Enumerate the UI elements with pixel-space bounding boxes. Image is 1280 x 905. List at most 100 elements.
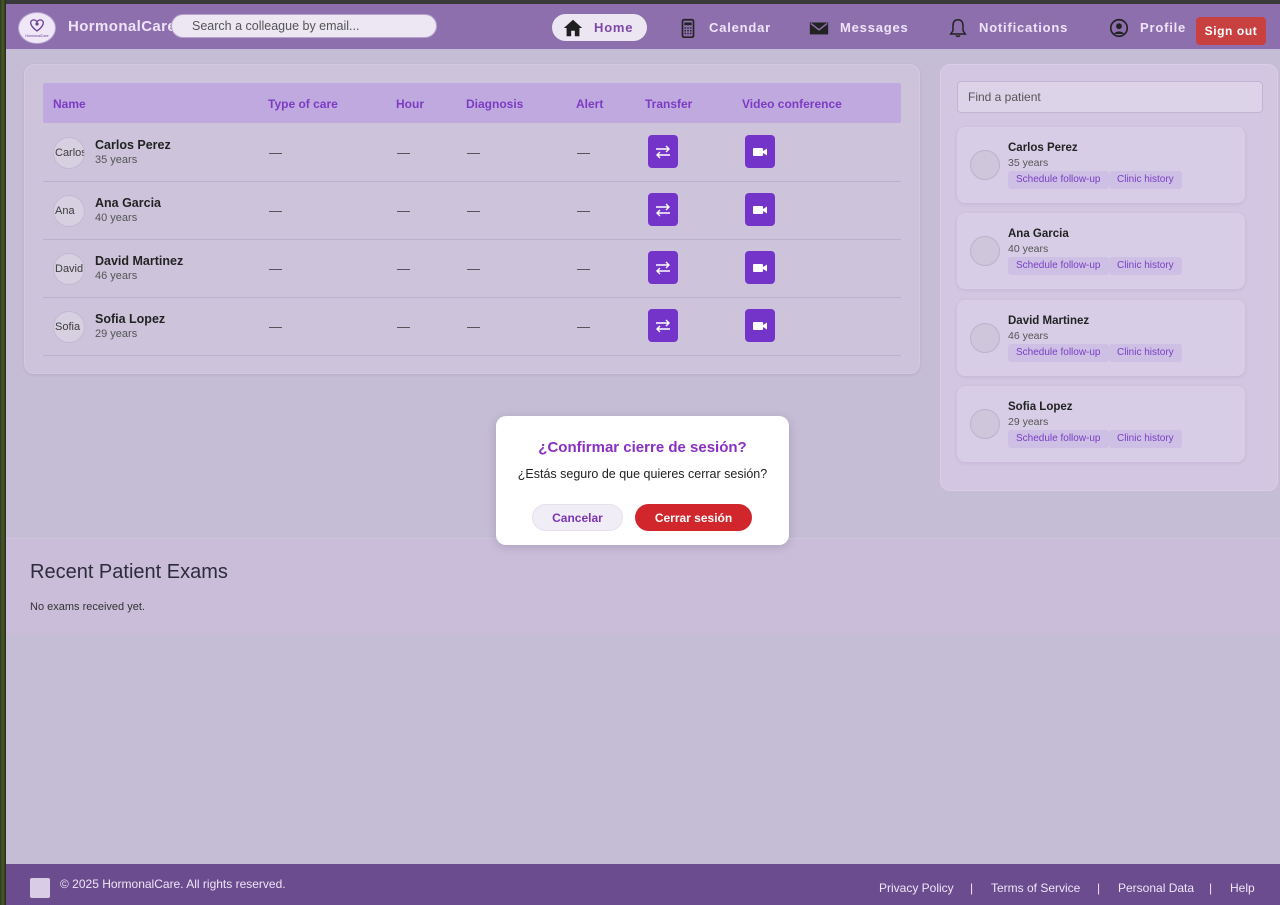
recent-exams-title: Recent Patient Exams: [30, 561, 228, 583]
patient-card-name: Sofia Lopez: [1008, 401, 1073, 413]
type-of-care-value: —: [269, 203, 282, 218]
video-call-button[interactable]: [745, 135, 775, 168]
transfer-arrows-icon: [656, 203, 670, 216]
patient-card[interactable]: Carlos Perez 35 years Schedule follow-up…: [957, 127, 1245, 203]
bell-icon: [949, 18, 967, 37]
confirm-logout-button[interactable]: Cerrar sesión: [635, 504, 752, 531]
patient-card[interactable]: Ana Garcia 40 years Schedule follow-up C…: [957, 213, 1245, 289]
nav-calendar-label: Calendar: [709, 20, 772, 35]
table-row: Sofia Sofia Lopez 29 years — — — —: [43, 297, 901, 356]
video-call-button[interactable]: [745, 193, 775, 226]
clinic-history-button[interactable]: Clinic history: [1109, 344, 1182, 362]
patient-age: 46 years: [95, 270, 138, 282]
avatar: David: [53, 253, 85, 285]
home-icon: [563, 19, 583, 36]
hour-value: —: [397, 319, 410, 334]
type-of-care-value: —: [269, 319, 282, 334]
footer-separator: |: [1097, 881, 1101, 895]
nav-messages[interactable]: Messages: [808, 14, 909, 41]
patient-name: David Martinez: [95, 254, 184, 268]
col-hour: Hour: [396, 97, 424, 111]
avatar: [970, 409, 1000, 439]
transfer-button[interactable]: [648, 135, 678, 168]
patient-card-age: 40 years: [1008, 243, 1049, 255]
calendar-icon: [681, 18, 695, 38]
envelope-icon: [809, 22, 829, 34]
logo-wordmark: HormonalCare: [25, 34, 48, 38]
nav-home-label: Home: [594, 20, 634, 35]
type-of-care-value: —: [269, 261, 282, 276]
video-camera-icon: [753, 205, 767, 214]
nav-profile-label: Profile: [1140, 20, 1187, 35]
personal-data-link[interactable]: Personal Data: [1118, 881, 1194, 895]
col-diagnosis: Diagnosis: [466, 97, 524, 111]
schedule-follow-up-button[interactable]: Schedule follow-up: [1008, 344, 1109, 362]
footer-separator: |: [970, 881, 974, 895]
patient-card-name: David Martinez: [1008, 315, 1090, 327]
nav-notifications[interactable]: Notifications: [947, 14, 1068, 41]
avatar: Carlos: [53, 137, 85, 169]
user-circle-icon: [1109, 18, 1129, 37]
patient-card[interactable]: Sofia Lopez 29 years Schedule follow-up …: [957, 386, 1245, 462]
patient-card-age: 29 years: [1008, 416, 1049, 428]
sign-out-button[interactable]: Sign out: [1196, 17, 1266, 45]
clinic-history-button[interactable]: Clinic history: [1109, 171, 1182, 189]
video-call-button[interactable]: [745, 251, 775, 284]
clinic-history-button[interactable]: Clinic history: [1109, 430, 1182, 448]
heart-logo-icon: HormonalCare: [25, 19, 49, 38]
avatar: Sofia: [53, 311, 85, 343]
nav-messages-label: Messages: [840, 20, 909, 35]
patient-sidebar: Carlos Perez 35 years Schedule follow-up…: [940, 64, 1278, 491]
alert-value: —: [577, 319, 590, 334]
copyright-text: © 2025 HormonalCare. All rights reserved…: [60, 877, 286, 891]
diagnosis-value: —: [467, 145, 480, 160]
brand-logo[interactable]: HormonalCare: [18, 12, 56, 44]
transfer-button[interactable]: [648, 251, 678, 284]
terms-of-service-link[interactable]: Terms of Service: [991, 881, 1080, 895]
find-patient-input[interactable]: [957, 81, 1263, 113]
dialog-title: ¿Confirmar cierre de sesión?: [538, 439, 747, 456]
footer-logo-icon: [30, 878, 50, 898]
patient-card-name: Ana Garcia: [1008, 228, 1069, 240]
patient-card-age: 46 years: [1008, 330, 1049, 342]
nav-home[interactable]: Home: [552, 14, 648, 41]
type-of-care-value: —: [269, 145, 282, 160]
patient-name: Sofia Lopez: [95, 312, 166, 326]
col-alert: Alert: [576, 97, 604, 111]
schedule-follow-up-button[interactable]: Schedule follow-up: [1008, 257, 1109, 275]
patient-card[interactable]: David Martinez 46 years Schedule follow-…: [957, 300, 1245, 376]
transfer-button[interactable]: [648, 193, 678, 226]
patient-name: Carlos Perez: [95, 138, 171, 152]
patient-card-name: Carlos Perez: [1008, 142, 1078, 154]
colleague-search-input[interactable]: [171, 14, 437, 38]
recent-exams-section: Recent Patient Exams No exams received y…: [6, 538, 1280, 635]
avatar: [970, 323, 1000, 353]
patient-age: 29 years: [95, 328, 138, 340]
col-transfer: Transfer: [645, 97, 693, 111]
video-camera-icon: [753, 321, 767, 330]
nav-calendar[interactable]: Calendar: [677, 14, 771, 41]
transfer-arrows-icon: [656, 261, 670, 274]
cancel-button[interactable]: Cancelar: [532, 504, 623, 531]
nav-profile[interactable]: Profile: [1108, 14, 1186, 41]
diagnosis-value: —: [467, 261, 480, 276]
clinic-history-button[interactable]: Clinic history: [1109, 257, 1182, 275]
transfer-arrows-icon: [656, 145, 670, 158]
help-link[interactable]: Help: [1230, 881, 1255, 895]
top-navbar: HormonalCare HormonalCare Home Calendar: [6, 4, 1280, 49]
patients-table-card: Name Type of care Hour Diagnosis Alert T…: [24, 64, 920, 374]
alert-value: —: [577, 145, 590, 160]
avatar: [970, 150, 1000, 180]
table-header: Name Type of care Hour Diagnosis Alert T…: [43, 83, 901, 123]
video-call-button[interactable]: [745, 309, 775, 342]
app-page: HormonalCare HormonalCare Home Calendar: [6, 0, 1280, 905]
col-name: Name: [53, 97, 86, 111]
transfer-button[interactable]: [648, 309, 678, 342]
schedule-follow-up-button[interactable]: Schedule follow-up: [1008, 171, 1109, 189]
video-camera-icon: [753, 263, 767, 272]
logout-confirm-dialog: ¿Confirmar cierre de sesión? ¿Estás segu…: [496, 416, 789, 545]
diagnosis-value: —: [467, 203, 480, 218]
patient-card-age: 35 years: [1008, 157, 1049, 169]
schedule-follow-up-button[interactable]: Schedule follow-up: [1008, 430, 1109, 448]
privacy-policy-link[interactable]: Privacy Policy: [879, 881, 954, 895]
